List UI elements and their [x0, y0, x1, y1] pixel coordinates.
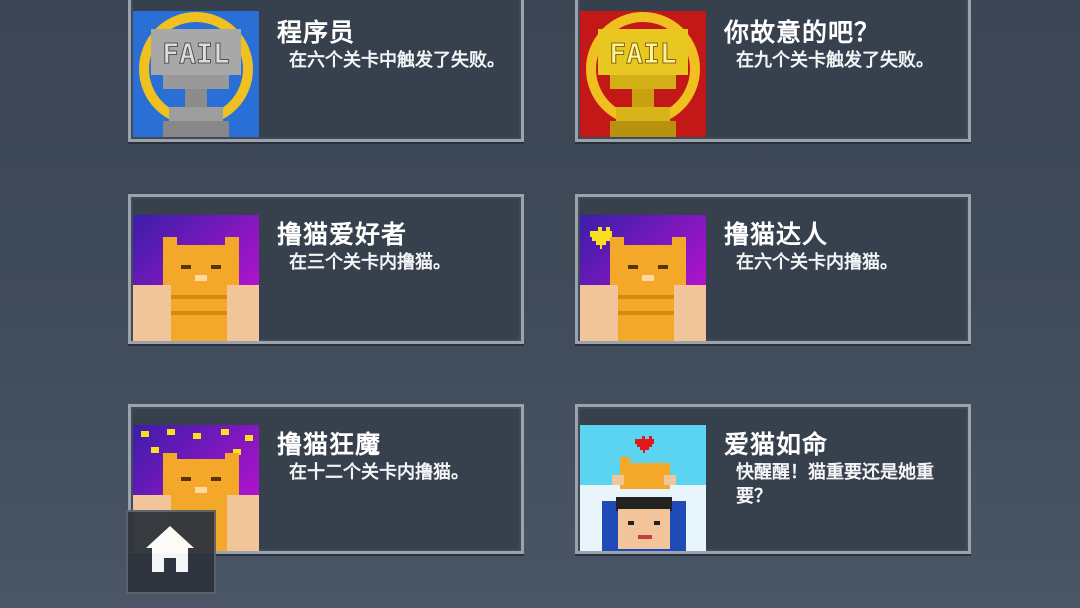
petting-cat-icon	[133, 215, 259, 341]
cat-on-head-icon	[580, 425, 706, 551]
achievement-description: 在六个关卡中触发了失败。	[289, 50, 505, 71]
achievement-card: 撸猫爱好者 在三个关卡内撸猫。	[128, 194, 524, 344]
achievement-description: 在三个关卡内撸猫。	[289, 252, 451, 273]
svg-text:FAIL: FAIL	[609, 37, 676, 70]
achievement-title: 撸猫达人	[724, 220, 829, 249]
home-button[interactable]	[126, 510, 216, 594]
achievement-title: 程序员	[277, 18, 356, 47]
achievement-description: 在六个关卡内撸猫。	[736, 252, 898, 273]
petting-cat-heart-icon	[580, 215, 706, 341]
achievement-card: 撸猫达人 在六个关卡内撸猫。	[575, 194, 971, 344]
achievement-card: 爱猫如命 快醒醒！猫重要还是她重要？	[575, 404, 971, 554]
svg-text:FAIL: FAIL	[162, 37, 229, 70]
achievement-title: 撸猫狂魔	[277, 430, 382, 459]
achievement-description: 快醒醒！猫重要还是她重要？	[736, 462, 934, 507]
achievement-card: FAIL 程序员 在六个关卡中触发了失败。	[128, 0, 524, 142]
achievement-description: 在九个关卡触发了失败。	[736, 50, 934, 71]
fail-trophy-gold-icon: FAIL	[580, 11, 706, 137]
fail-trophy-silver-icon: FAIL	[133, 11, 259, 137]
home-icon	[146, 526, 194, 572]
achievement-card: FAIL 你故意的吧？ 在九个关卡触发了失败。	[575, 0, 971, 142]
achievement-description: 在十二个关卡内撸猫。	[289, 462, 469, 483]
achievement-title: 爱猫如命	[724, 430, 829, 459]
achievement-title: 撸猫爱好者	[277, 220, 408, 249]
achievement-title: 你故意的吧？	[724, 18, 881, 47]
